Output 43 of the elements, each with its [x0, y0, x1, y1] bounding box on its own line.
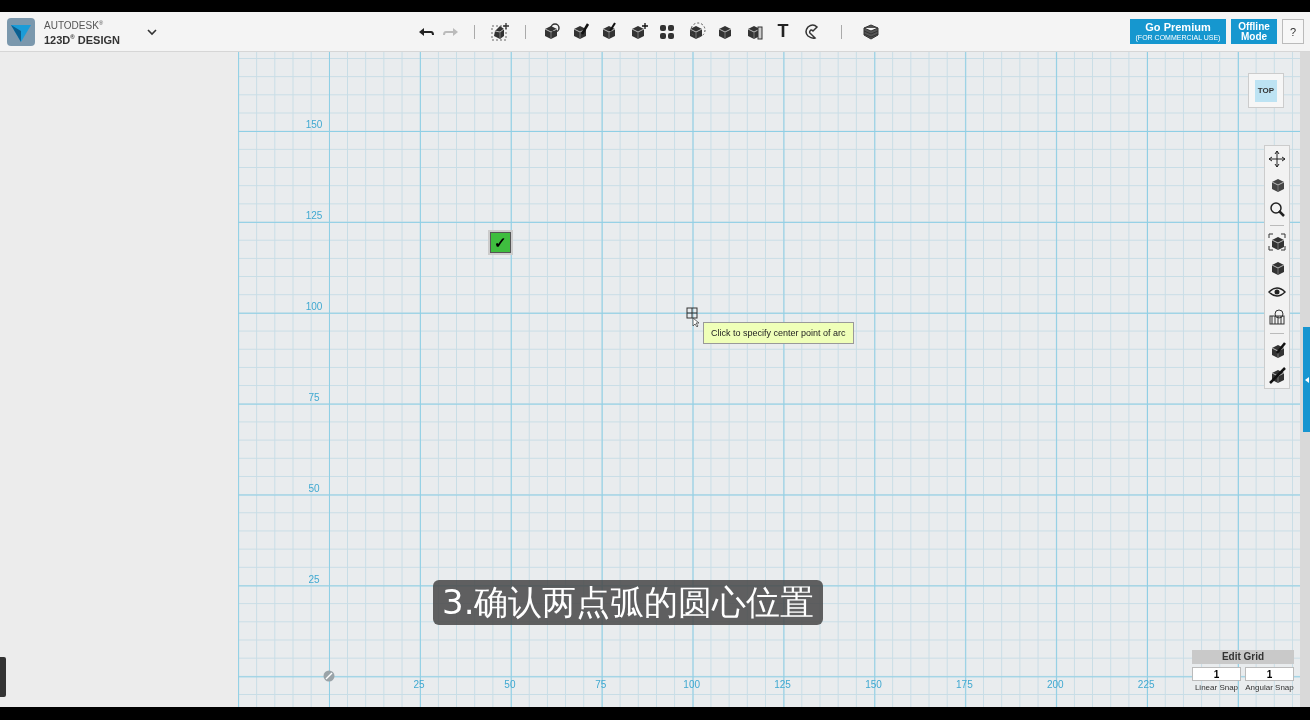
help-button[interactable]: ? — [1282, 19, 1304, 44]
axis-label: 150 — [305, 118, 323, 130]
snap-field[interactable]: 1 — [1192, 667, 1241, 681]
product-name: 123D$^{®}$ DESIGN — [44, 32, 120, 46]
view-cube-face[interactable]: TOP — [1255, 79, 1277, 102]
snap-field[interactable]: 1 — [1245, 667, 1294, 681]
view-cube[interactable]: TOP — [1248, 73, 1284, 108]
crosshair-cursor-icon — [686, 307, 700, 327]
axis-label: 75 — [595, 678, 607, 690]
axis-label: 75 — [308, 391, 320, 403]
app-logo-icon — [6, 16, 36, 47]
layers-icon[interactable] — [861, 21, 881, 42]
checkmark-badge[interactable]: ✓ — [490, 232, 511, 253]
chevron-down-icon[interactable] — [145, 27, 158, 36]
axis-label: 25 — [308, 573, 320, 584]
panel-handle[interactable] — [0, 657, 6, 697]
axis-label: 150 — [865, 678, 882, 690]
axis-label: 50 — [504, 678, 516, 690]
text-tool[interactable]: T — [773, 21, 793, 42]
origin-icon — [323, 670, 335, 682]
caret-left-icon — [1304, 376, 1309, 383]
axis-label: 25 — [413, 678, 425, 690]
material-icon[interactable] — [1268, 308, 1286, 326]
axis-label: 125 — [774, 678, 791, 690]
axis-label: 100 — [305, 300, 323, 312]
snap-label: Angular Snap — [1245, 683, 1294, 692]
axis-label: 100 — [683, 678, 701, 690]
axis-label: 175 — [956, 678, 973, 690]
axis-label: 200 — [1046, 678, 1064, 690]
edit-grid-title: Edit Grid — [1192, 650, 1294, 664]
tooltip: Click to specify center point of arc — [703, 322, 854, 344]
axis-label: 125 — [305, 209, 323, 221]
brand-name: AUTODESK$^{®}$ — [44, 18, 105, 31]
snap-label: Linear Snap — [1194, 683, 1239, 692]
pan-icon[interactable] — [1268, 150, 1286, 168]
crossed-brush-icon[interactable] — [1268, 366, 1286, 384]
axis-label: 225 — [1137, 678, 1155, 690]
fit-view-icon[interactable] — [1268, 233, 1286, 251]
cube-add-icon[interactable] — [490, 21, 510, 42]
zoom-icon[interactable] — [1268, 200, 1286, 218]
axis-label: 50 — [308, 482, 320, 494]
undo-icon[interactable] — [418, 25, 434, 38]
video-caption: 3.确认两点弧的圆心位置 — [442, 582, 815, 622]
